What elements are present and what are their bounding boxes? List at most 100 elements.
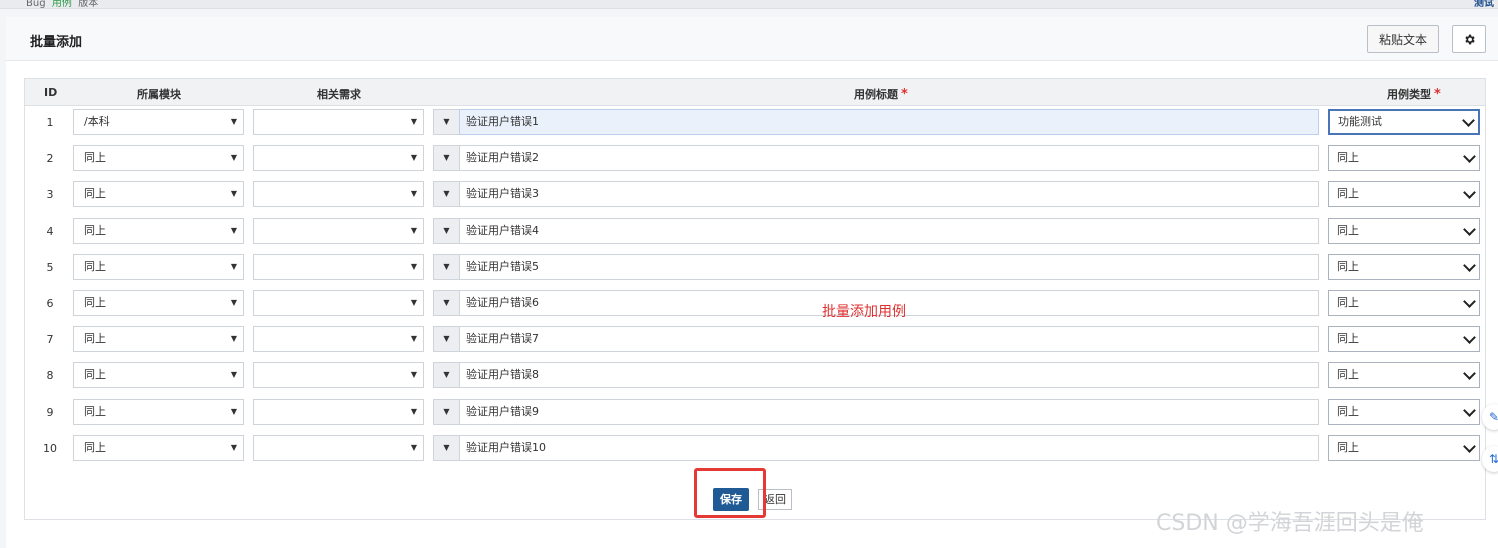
story-select[interactable]: ▼ xyxy=(253,109,424,135)
settings-button[interactable] xyxy=(1452,25,1486,53)
panel-header: 批量添加 粘贴文本 xyxy=(6,17,1498,61)
module-select[interactable]: 同上 ▼ xyxy=(73,362,244,389)
title-prefix-dropdown[interactable]: ▼ xyxy=(433,434,460,461)
module-value: 同上 xyxy=(84,187,106,201)
table-row: 4 同上 ▼ ▼ ▼ 验证用户错误4 同上 xyxy=(25,217,1485,245)
module-select[interactable]: 同上 ▼ xyxy=(73,434,244,461)
case-type-value: 同上 xyxy=(1337,151,1359,165)
case-title-input[interactable]: 验证用户错误10 xyxy=(459,434,1319,461)
case-type-select[interactable]: 功能测试 xyxy=(1328,109,1480,135)
caret-down-icon: ▼ xyxy=(230,298,237,307)
case-title-input[interactable]: 验证用户错误1 xyxy=(459,109,1319,135)
title-prefix-dropdown[interactable]: ▼ xyxy=(433,217,460,244)
module-select[interactable]: 同上 ▼ xyxy=(73,145,244,172)
col-title: 用例标题 * xyxy=(854,87,908,102)
story-select[interactable]: ▼ xyxy=(253,326,424,353)
story-select[interactable]: ▼ xyxy=(253,253,424,280)
case-title-input[interactable]: 验证用户错误9 xyxy=(459,398,1319,425)
case-type-select[interactable]: 同上 xyxy=(1328,362,1480,389)
module-select[interactable]: 同上 ▼ xyxy=(73,217,244,244)
story-select[interactable]: ▼ xyxy=(253,145,424,172)
breadcrumb-case[interactable]: 用例 xyxy=(52,0,72,8)
col-module: 所属模块 xyxy=(137,88,181,101)
table-row: 2 同上 ▼ ▼ ▼ 验证用户错误2 同上 xyxy=(25,145,1485,172)
title-prefix-dropdown[interactable]: ▼ xyxy=(433,362,460,389)
story-select[interactable]: ▼ xyxy=(253,398,424,425)
story-select[interactable]: ▼ xyxy=(253,362,424,389)
case-title-input[interactable]: 验证用户错误7 xyxy=(459,326,1319,353)
module-select[interactable]: 同上 ▼ xyxy=(73,326,244,353)
row-id: 3 xyxy=(46,188,54,202)
table-header: ID 所属模块 相关需求 用例标题 * 用例类型 * xyxy=(25,79,1485,106)
module-value: 同上 xyxy=(84,404,106,418)
case-title-input[interactable]: 验证用户错误2 xyxy=(459,145,1319,172)
annotation-label: 批量添加用例 xyxy=(822,304,906,320)
title-prefix-dropdown[interactable]: ▼ xyxy=(433,181,460,208)
case-type-select[interactable]: 同上 xyxy=(1328,253,1480,280)
required-mark: * xyxy=(901,87,908,102)
row-id: 5 xyxy=(46,260,54,274)
caret-down-icon: ▼ xyxy=(410,334,417,344)
module-select[interactable]: 同上 ▼ xyxy=(73,181,244,208)
table-row: 9 同上 ▼ ▼ ▼ 验证用户错误9 同上 xyxy=(25,398,1485,426)
caret-down-icon: ▼ xyxy=(443,442,450,452)
case-title-input[interactable]: 验证用户错误3 xyxy=(459,181,1319,208)
case-title-input[interactable]: 验证用户错误5 xyxy=(459,253,1319,280)
story-select[interactable]: ▼ xyxy=(253,217,424,244)
row-id: 9 xyxy=(46,405,54,419)
case-type-select[interactable]: 同上 xyxy=(1328,217,1480,244)
title-prefix-dropdown[interactable]: ▼ xyxy=(433,290,460,316)
title-prefix-dropdown[interactable]: ▼ xyxy=(433,109,460,135)
case-title-input[interactable]: 验证用户错误4 xyxy=(459,217,1319,244)
highlight-box xyxy=(694,468,766,518)
story-select[interactable]: ▼ xyxy=(253,434,424,461)
table-row: 10 同上 ▼ ▼ ▼ 验证用户错误10 同上 xyxy=(25,434,1485,462)
case-type-value: 同上 xyxy=(1337,187,1359,201)
module-value: 同上 xyxy=(84,223,106,237)
paste-text-button[interactable]: 粘贴文本 xyxy=(1367,25,1439,53)
module-value: 同上 xyxy=(84,440,106,454)
case-title-input[interactable]: 验证用户错误8 xyxy=(459,362,1319,389)
table-row: 5 同上 ▼ ▼ ▼ 验证用户错误5 同上 xyxy=(25,253,1485,281)
table-row: 7 同上 ▼ ▼ ▼ 验证用户错误7 同上 xyxy=(25,326,1485,353)
case-type-select[interactable]: 同上 xyxy=(1328,290,1480,316)
caret-down-icon: ▼ xyxy=(410,189,417,199)
case-type-select[interactable]: 同上 xyxy=(1328,326,1480,353)
module-select[interactable]: 同上 ▼ xyxy=(73,253,244,280)
row-id: 6 xyxy=(46,297,54,310)
row-id: 4 xyxy=(46,224,54,238)
caret-down-icon: ▼ xyxy=(443,225,450,235)
caret-down-icon: ▼ xyxy=(230,189,237,199)
case-type-select[interactable]: 同上 xyxy=(1328,181,1480,208)
caret-down-icon: ▼ xyxy=(443,370,450,380)
caret-down-icon: ▼ xyxy=(443,261,450,271)
module-select[interactable]: /本科 ▼ xyxy=(73,109,244,135)
module-value: 同上 xyxy=(84,332,106,346)
title-prefix-dropdown[interactable]: ▼ xyxy=(433,145,460,172)
case-type-value: 同上 xyxy=(1337,332,1359,346)
chevron-down-icon xyxy=(1463,403,1476,417)
case-type-select[interactable]: 同上 xyxy=(1328,434,1480,461)
breadcrumb-right-link[interactable]: 测试 xyxy=(1474,0,1494,8)
title-prefix-dropdown[interactable]: ▼ xyxy=(433,326,460,353)
module-select[interactable]: 同上 ▼ xyxy=(73,398,244,425)
story-select[interactable]: ▼ xyxy=(253,290,424,316)
caret-down-icon: ▼ xyxy=(230,261,237,271)
table-row: 3 同上 ▼ ▼ ▼ 验证用户错误3 同上 xyxy=(25,181,1485,208)
caret-down-icon: ▼ xyxy=(410,442,417,452)
batch-case-table: ID 所属模块 相关需求 用例标题 * 用例类型 * 1/本科 ▼ ▼ ▼ 验证用户错误1 功… xyxy=(24,78,1486,520)
module-value: 同上 xyxy=(84,259,106,273)
chevron-down-icon xyxy=(1463,258,1476,272)
title-prefix-dropdown[interactable]: ▼ xyxy=(433,253,460,280)
title-prefix-dropdown[interactable]: ▼ xyxy=(433,398,460,425)
story-select[interactable]: ▼ xyxy=(253,181,424,208)
case-type-select[interactable]: 同上 xyxy=(1328,398,1480,425)
module-select[interactable]: 同上 ▼ xyxy=(73,290,244,316)
caret-down-icon: ▼ xyxy=(230,370,237,380)
row-id: 10 xyxy=(43,441,57,455)
case-type-select[interactable]: 同上 xyxy=(1328,145,1480,172)
breadcrumb-bug[interactable]: Bug xyxy=(26,0,46,8)
col-type: 用例类型 * xyxy=(1387,87,1441,102)
breadcrumb-version[interactable]: 版本 xyxy=(78,0,98,8)
table-row: 6 同上 ▼ ▼ ▼ 验证用户错误6 同上 xyxy=(25,290,1485,317)
